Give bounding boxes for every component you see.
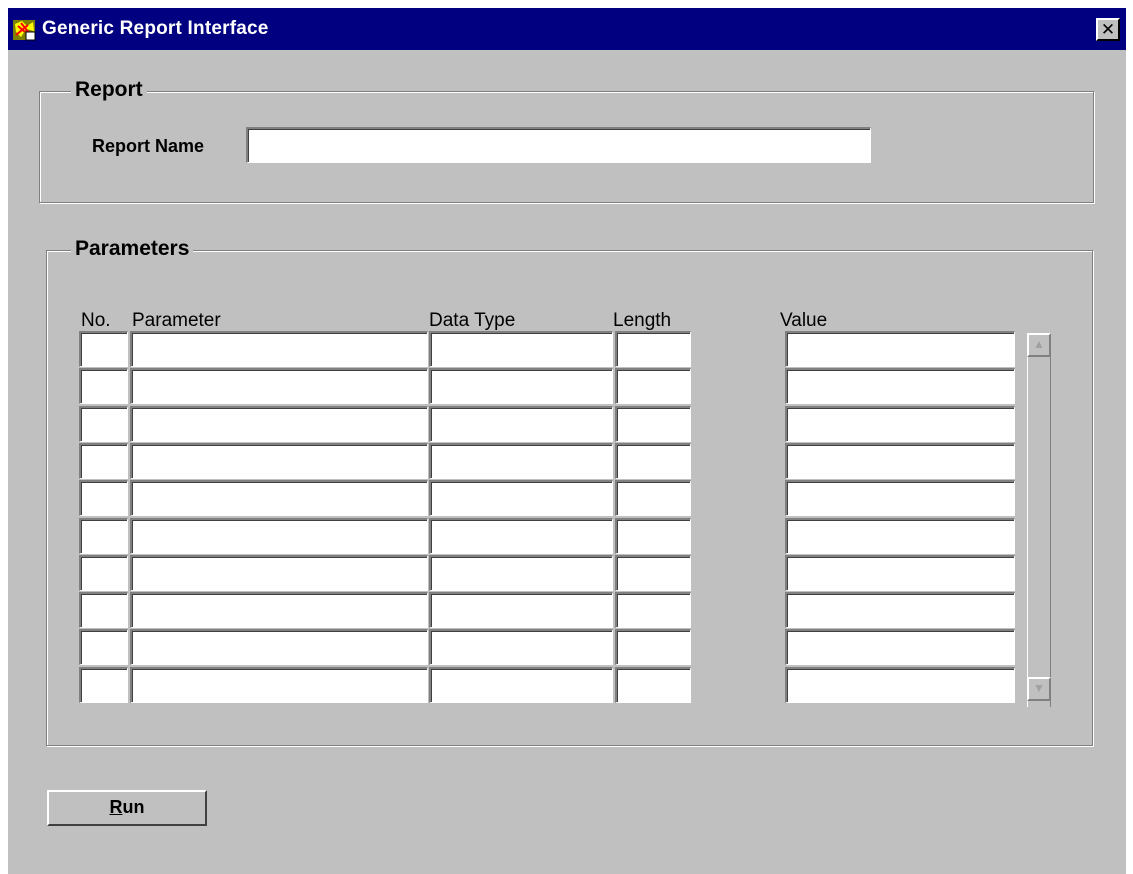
cell-data-type[interactable] xyxy=(429,555,613,591)
cell-data-type[interactable] xyxy=(429,629,613,665)
window-title: Generic Report Interface xyxy=(42,18,269,39)
cell-no[interactable] xyxy=(79,443,128,479)
report-name-label: Report Name xyxy=(92,136,205,156)
col-header-parameter: Parameter xyxy=(132,310,221,331)
cell-no[interactable] xyxy=(79,592,128,628)
cell-data-type[interactable] xyxy=(429,331,613,367)
cell-data-type[interactable] xyxy=(429,406,613,442)
cell-value[interactable] xyxy=(785,368,1015,404)
cell-data-type[interactable] xyxy=(429,443,613,479)
cell-data-type[interactable] xyxy=(429,368,613,404)
cell-value[interactable] xyxy=(785,555,1015,591)
cell-value[interactable] xyxy=(785,480,1015,516)
cell-value[interactable] xyxy=(785,667,1015,703)
scroll-up-arrow-icon[interactable]: ▲ xyxy=(1027,333,1051,357)
cell-no[interactable] xyxy=(79,667,128,703)
report-window: Generic Report Interface ✕ Report Report… xyxy=(8,8,1126,874)
cell-data-type[interactable] xyxy=(429,667,613,703)
scroll-down-arrow-icon[interactable]: ▼ xyxy=(1027,677,1051,701)
cell-parameter[interactable] xyxy=(130,331,428,367)
col-header-data-type: Data Type xyxy=(429,310,516,331)
cell-parameter[interactable] xyxy=(130,518,428,554)
cell-value[interactable] xyxy=(785,331,1015,367)
cell-length[interactable] xyxy=(615,592,691,628)
cell-parameter[interactable] xyxy=(130,555,428,591)
run-button-label: un xyxy=(122,797,145,817)
report-name-input[interactable] xyxy=(246,127,871,163)
title-bar[interactable]: Generic Report Interface ✕ xyxy=(8,8,1126,50)
cell-parameter[interactable] xyxy=(130,406,428,442)
cell-no[interactable] xyxy=(79,518,128,554)
cell-no[interactable] xyxy=(79,406,128,442)
cell-no[interactable] xyxy=(79,480,128,516)
run-button-mnemonic: R xyxy=(109,797,123,817)
cell-parameter[interactable] xyxy=(130,443,428,479)
cell-data-type[interactable] xyxy=(429,518,613,554)
cell-value[interactable] xyxy=(785,406,1015,442)
cell-parameter[interactable] xyxy=(130,368,428,404)
col-header-length: Length xyxy=(613,310,672,331)
cell-no[interactable] xyxy=(79,368,128,404)
close-icon[interactable]: ✕ xyxy=(1096,18,1120,41)
forms-app-icon xyxy=(13,20,36,41)
cell-length[interactable] xyxy=(615,518,691,554)
cell-parameter[interactable] xyxy=(130,592,428,628)
cell-length[interactable] xyxy=(615,667,691,703)
cell-no[interactable] xyxy=(79,331,128,367)
cell-length[interactable] xyxy=(615,629,691,665)
cell-parameter[interactable] xyxy=(130,629,428,665)
cell-value[interactable] xyxy=(785,629,1015,665)
col-header-value: Value xyxy=(780,310,828,331)
cell-length[interactable] xyxy=(615,443,691,479)
cell-data-type[interactable] xyxy=(429,480,613,516)
report-group-title: Report xyxy=(71,78,147,102)
cell-no[interactable] xyxy=(79,629,128,665)
cell-parameter[interactable] xyxy=(130,480,428,516)
run-button[interactable]: Run xyxy=(47,790,207,826)
cell-value[interactable] xyxy=(785,592,1015,628)
cell-length[interactable] xyxy=(615,555,691,591)
cell-length[interactable] xyxy=(615,406,691,442)
cell-value[interactable] xyxy=(785,443,1015,479)
cell-parameter[interactable] xyxy=(130,667,428,703)
cell-data-type[interactable] xyxy=(429,592,613,628)
parameters-group-title: Parameters xyxy=(71,237,194,261)
cell-length[interactable] xyxy=(615,480,691,516)
cell-value[interactable] xyxy=(785,518,1015,554)
cell-length[interactable] xyxy=(615,331,691,367)
col-header-no: No. xyxy=(81,310,111,331)
cell-no[interactable] xyxy=(79,555,128,591)
cell-length[interactable] xyxy=(615,368,691,404)
parameters-scrollbar[interactable] xyxy=(1027,333,1051,707)
